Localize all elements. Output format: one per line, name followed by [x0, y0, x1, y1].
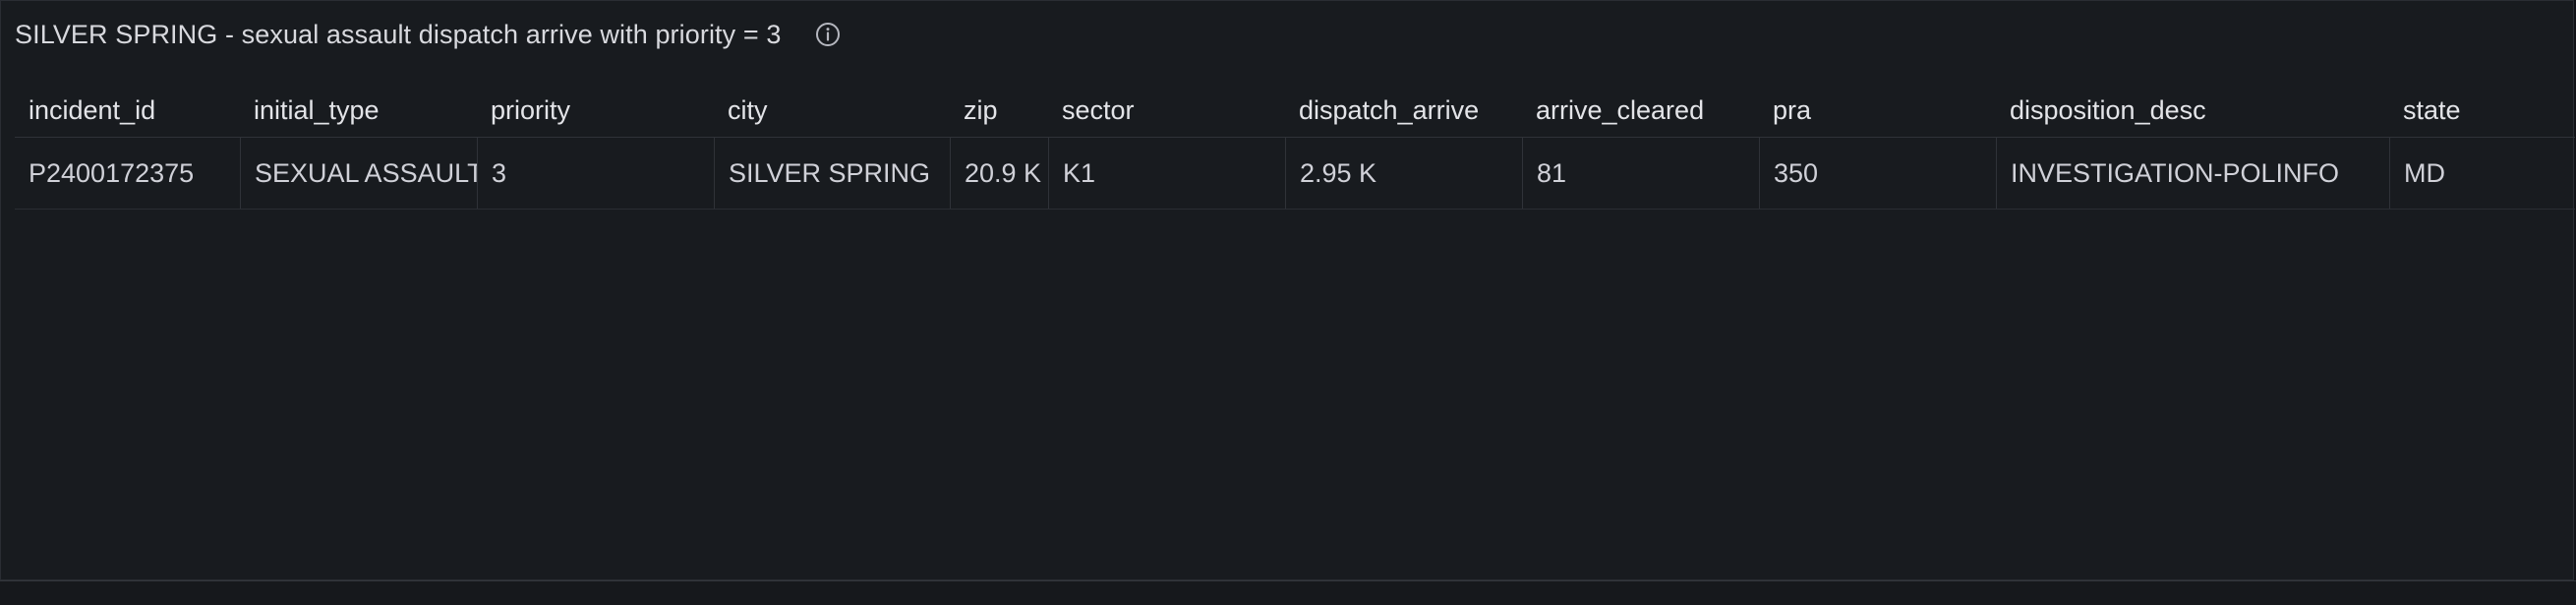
data-table: incident_id initial_type priority city z…	[15, 84, 2575, 210]
cell-initial-type: SEXUAL ASSAULT	[240, 138, 477, 209]
column-header-city[interactable]: city	[714, 84, 950, 137]
cell-dispatch-arrive: 2.95 K	[1285, 138, 1522, 209]
cell-state: MD	[2389, 138, 2575, 209]
column-header-dispatch-arrive[interactable]: dispatch_arrive	[1285, 84, 1522, 137]
cell-sector: K1	[1048, 138, 1285, 209]
cell-city: SILVER SPRING	[714, 138, 950, 209]
info-icon[interactable]	[814, 22, 841, 48]
cell-zip: 20.9 K	[950, 138, 1048, 209]
column-header-state[interactable]: state	[2389, 84, 2575, 137]
column-header-pra[interactable]: pra	[1759, 84, 1996, 137]
cell-incident-id: P2400172375	[29, 157, 195, 188]
cell-arrive-cleared: 81	[1522, 138, 1759, 209]
table-header-row: incident_id initial_type priority city z…	[15, 84, 2575, 138]
column-header-priority[interactable]: priority	[477, 84, 714, 137]
column-header-arrive-cleared[interactable]: arrive_cleared	[1522, 84, 1759, 137]
column-header-disposition-desc[interactable]: disposition_desc	[1996, 84, 2389, 137]
cell-priority: 3	[477, 138, 714, 209]
panel-header: SILVER SPRING - sexual assault dispatch …	[15, 15, 841, 54]
panel-title: SILVER SPRING - sexual assault dispatch …	[15, 19, 782, 49]
horizontal-scrollbar[interactable]	[0, 580, 2576, 605]
table-row[interactable]: P2400172375 SEXUAL ASSAULT 3 SILVER SPRI…	[15, 138, 2575, 210]
cell-pra: 350	[1759, 138, 1996, 209]
table-panel: SILVER SPRING - sexual assault dispatch …	[0, 0, 2575, 580]
column-header-incident-id[interactable]: incident_id	[15, 84, 240, 137]
column-header-sector[interactable]: sector	[1048, 84, 1285, 137]
cell-disposition-desc: INVESTIGATION-POLINFO	[1996, 138, 2389, 209]
column-header-zip[interactable]: zip	[950, 84, 1048, 137]
column-header-initial-type[interactable]: initial_type	[240, 84, 477, 137]
